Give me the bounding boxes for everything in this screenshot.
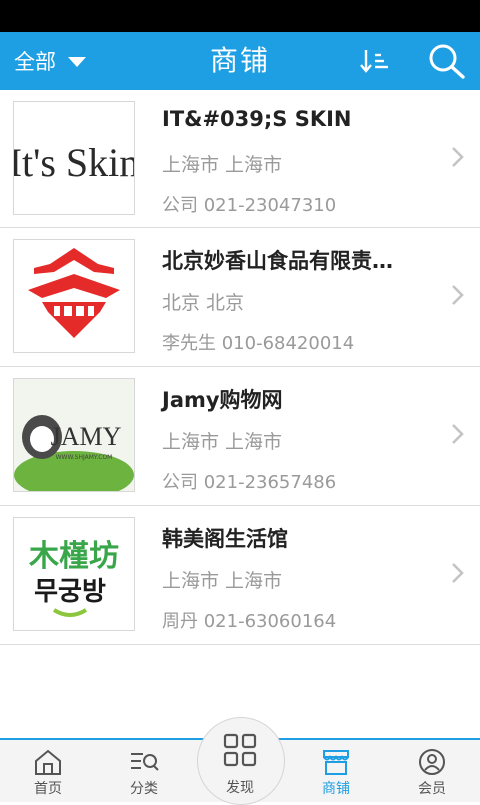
tab-label: 会员 bbox=[418, 781, 446, 797]
shop-logo: JAMY WWW.SHJAMY.COM bbox=[13, 378, 135, 492]
shop-name: 韩美阁生活馆 bbox=[162, 527, 288, 551]
chevron-right-icon bbox=[452, 563, 464, 583]
shop-contact: 李先生 010-68420014 bbox=[162, 333, 355, 354]
logo-url: WWW.SHJAMY.COM bbox=[56, 454, 113, 461]
shop-contact: 公司 021-23047310 bbox=[162, 195, 337, 216]
tab-label: 发现 bbox=[226, 780, 254, 796]
grid-icon bbox=[223, 733, 257, 767]
shop-row[interactable]: 北京妙香山食品有限责… 北京 北京 李先生 010-68420014 bbox=[0, 228, 480, 367]
tab-label: 分类 bbox=[130, 781, 158, 797]
page-title: 商铺 bbox=[209, 44, 270, 77]
home-icon bbox=[35, 749, 61, 775]
shop-row[interactable]: JAMY WWW.SHJAMY.COM Jamy购物网 上海市 上海市 公司 0… bbox=[0, 367, 480, 506]
shop-contact: 周丹 021-63060164 bbox=[162, 611, 337, 632]
search-icon[interactable] bbox=[424, 40, 468, 82]
logo-text: It's Skin bbox=[14, 140, 134, 185]
shop-icon bbox=[323, 750, 349, 775]
chevron-right-icon bbox=[452, 424, 464, 444]
shop-row[interactable]: It's Skin IT&#039;S SKIN 上海市 上海市 公司 021-… bbox=[0, 90, 480, 228]
shop-city: 北京 北京 bbox=[162, 292, 245, 314]
shop-name: Jamy购物网 bbox=[162, 388, 283, 412]
shop-name: IT&#039;S SKIN bbox=[162, 107, 352, 131]
top-bar: 全部 商铺 bbox=[0, 32, 480, 90]
shop-contact: 公司 021-23657486 bbox=[162, 472, 337, 493]
shop-city: 上海市 上海市 bbox=[162, 570, 283, 592]
sort-icon[interactable] bbox=[360, 46, 392, 76]
shop-city: 上海市 上海市 bbox=[162, 431, 283, 453]
shop-city: 上海市 上海市 bbox=[162, 154, 283, 176]
category-icon bbox=[131, 753, 159, 771]
logo-text-2: 무궁방 bbox=[34, 577, 106, 607]
pavilion-logo bbox=[28, 248, 120, 338]
status-bar bbox=[0, 0, 480, 32]
chevron-right-icon bbox=[452, 285, 464, 305]
user-icon bbox=[419, 749, 445, 775]
tab-discover[interactable]: 发现 bbox=[197, 717, 283, 800]
shop-list: It's Skin IT&#039;S SKIN 上海市 上海市 公司 021-… bbox=[0, 90, 480, 645]
logo-text: JAMY bbox=[51, 422, 122, 451]
tab-category[interactable]: 分类 bbox=[96, 740, 192, 802]
shop-logo: 木槿坊 무궁방 bbox=[13, 517, 135, 631]
tab-label: 商铺 bbox=[322, 781, 350, 797]
tab-shops[interactable]: 商铺 bbox=[288, 740, 384, 802]
shop-row[interactable]: 木槿坊 무궁방 韩美阁生活馆 上海市 上海市 周丹 021-63060164 bbox=[0, 506, 480, 645]
logo-text: 木槿坊 bbox=[28, 539, 119, 574]
chevron-right-icon bbox=[452, 147, 464, 167]
shop-logo: It's Skin bbox=[13, 101, 135, 215]
tab-home[interactable]: 首页 bbox=[0, 740, 96, 802]
shop-name: 北京妙香山食品有限责… bbox=[162, 249, 393, 273]
tab-member[interactable]: 会员 bbox=[384, 740, 480, 802]
tab-label: 首页 bbox=[34, 781, 62, 797]
shop-logo bbox=[13, 239, 135, 353]
